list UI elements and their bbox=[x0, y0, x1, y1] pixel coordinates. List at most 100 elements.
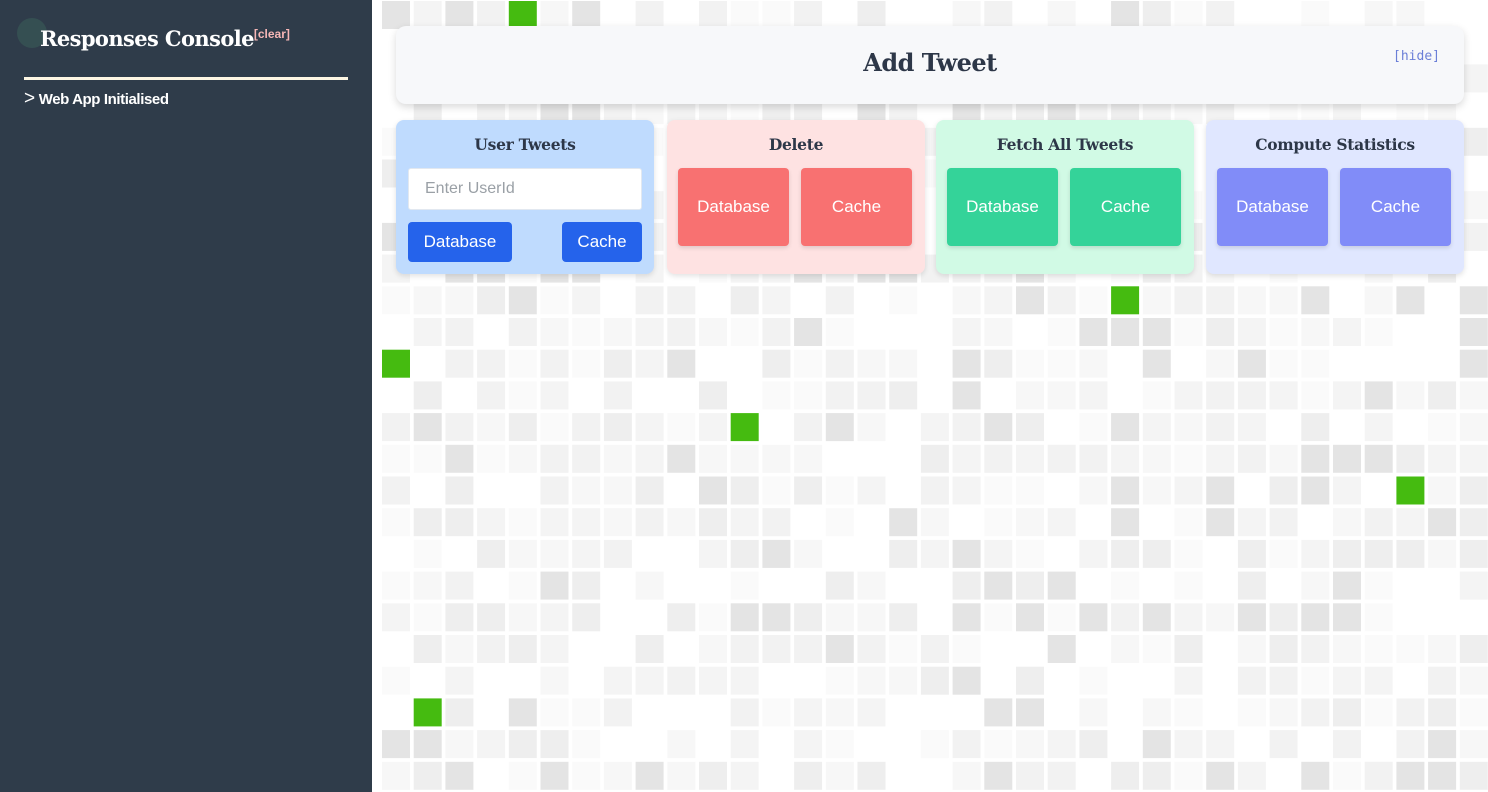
grid-tile bbox=[1459, 254, 1488, 283]
grid-tile bbox=[1174, 1, 1203, 29]
grid-tile bbox=[635, 730, 664, 759]
grid-tile bbox=[1396, 444, 1425, 473]
grid-tile bbox=[413, 539, 442, 568]
grid-tile bbox=[382, 476, 410, 505]
grid-tile bbox=[1016, 444, 1044, 473]
grid-tile bbox=[445, 381, 474, 410]
grid-tile bbox=[1047, 318, 1076, 346]
grid-tile bbox=[857, 476, 886, 505]
userid-input[interactable] bbox=[408, 168, 642, 210]
grid-tile bbox=[1459, 730, 1488, 759]
grid-tile bbox=[762, 761, 791, 790]
grid-tile bbox=[1079, 603, 1108, 632]
grid-tile bbox=[889, 571, 918, 600]
grid-tile bbox=[920, 444, 949, 473]
grid-tile bbox=[1047, 635, 1076, 663]
grid-tile bbox=[1364, 730, 1393, 759]
delete-database-button[interactable]: Database bbox=[678, 168, 789, 246]
grid-tile bbox=[1079, 286, 1108, 315]
fetch-all-tweets-title: Fetch All Tweets bbox=[996, 135, 1134, 154]
grid-tile bbox=[1237, 761, 1266, 790]
grid-tile bbox=[1016, 349, 1044, 378]
grid-tile bbox=[477, 635, 506, 663]
user-tweets-cache-button[interactable]: Cache bbox=[562, 222, 642, 262]
delete-cache-button[interactable]: Cache bbox=[801, 168, 912, 246]
grid-tile bbox=[477, 349, 506, 378]
grid-tile bbox=[540, 539, 569, 568]
stats-database-button[interactable]: Database bbox=[1217, 168, 1328, 246]
grid-tile bbox=[477, 698, 506, 727]
grid-tile bbox=[1269, 476, 1298, 505]
grid-tile bbox=[984, 730, 1013, 759]
grid-tile bbox=[382, 635, 410, 663]
grid-tile bbox=[382, 730, 410, 759]
grid-tile bbox=[508, 318, 537, 346]
clear-console-link[interactable]: [clear] bbox=[254, 27, 290, 41]
grid-tile bbox=[603, 318, 632, 346]
grid-tile bbox=[572, 666, 601, 695]
grid-tile bbox=[508, 539, 537, 568]
grid-tile bbox=[1174, 349, 1203, 378]
grid-tile bbox=[1269, 635, 1298, 663]
grid-tile bbox=[762, 318, 791, 346]
grid-tile bbox=[382, 1, 410, 29]
grid-tile bbox=[730, 349, 759, 378]
grid-tile bbox=[699, 508, 727, 537]
grid-tile bbox=[667, 761, 696, 790]
grid-tile bbox=[1174, 318, 1203, 346]
grid-tile bbox=[572, 318, 601, 346]
grid-tile bbox=[508, 761, 537, 790]
grid-tile bbox=[667, 508, 696, 537]
grid-tile bbox=[1016, 318, 1044, 346]
fetch-database-button[interactable]: Database bbox=[947, 168, 1058, 246]
hide-toggle-link[interactable]: [hide] bbox=[1393, 49, 1440, 64]
grid-tile bbox=[794, 571, 823, 600]
grid-tile bbox=[889, 444, 918, 473]
grid-tile bbox=[1016, 698, 1044, 727]
fetch-cache-button[interactable]: Cache bbox=[1070, 168, 1181, 246]
grid-tile bbox=[1428, 286, 1457, 315]
grid-tile bbox=[1079, 1, 1108, 29]
grid-tile bbox=[1459, 413, 1488, 442]
grid-tile bbox=[1206, 508, 1235, 537]
grid-tile bbox=[382, 761, 410, 790]
grid-tile bbox=[1396, 381, 1425, 410]
grid-tile bbox=[730, 539, 759, 568]
grid-tile bbox=[1428, 571, 1457, 600]
grid-tile bbox=[508, 666, 537, 695]
grid-tile bbox=[1206, 571, 1235, 600]
grid-tile bbox=[508, 286, 537, 315]
grid-tile bbox=[1047, 413, 1076, 442]
grid-tile bbox=[572, 761, 601, 790]
grid-tile bbox=[889, 635, 918, 663]
grid-tile bbox=[382, 318, 410, 346]
grid-tile bbox=[1016, 603, 1044, 632]
grid-tile bbox=[1079, 730, 1108, 759]
grid-tile bbox=[382, 666, 410, 695]
grid-tile bbox=[984, 318, 1013, 346]
grid-tile bbox=[477, 571, 506, 600]
grid-tile bbox=[445, 476, 474, 505]
grid-tile bbox=[572, 508, 601, 537]
highlight-tile bbox=[382, 349, 410, 378]
grid-tile bbox=[1396, 571, 1425, 600]
grid-tile bbox=[1174, 508, 1203, 537]
stats-cache-button[interactable]: Cache bbox=[1340, 168, 1451, 246]
grid-tile bbox=[1428, 730, 1457, 759]
grid-tile bbox=[445, 413, 474, 442]
grid-tile bbox=[1079, 413, 1108, 442]
grid-tile bbox=[889, 349, 918, 378]
grid-tile bbox=[1111, 666, 1140, 695]
grid-tile bbox=[382, 286, 410, 315]
grid-tile bbox=[1396, 730, 1425, 759]
grid-tile bbox=[699, 666, 727, 695]
grid-tile bbox=[1301, 539, 1330, 568]
grid-tile bbox=[1174, 730, 1203, 759]
grid-tile bbox=[603, 603, 632, 632]
grid-tile bbox=[540, 444, 569, 473]
grid-tile bbox=[1111, 539, 1140, 568]
grid-tile bbox=[1333, 666, 1361, 695]
grid-tile bbox=[1142, 444, 1171, 473]
grid-tile bbox=[1333, 444, 1361, 473]
user-tweets-database-button[interactable]: Database bbox=[408, 222, 512, 262]
